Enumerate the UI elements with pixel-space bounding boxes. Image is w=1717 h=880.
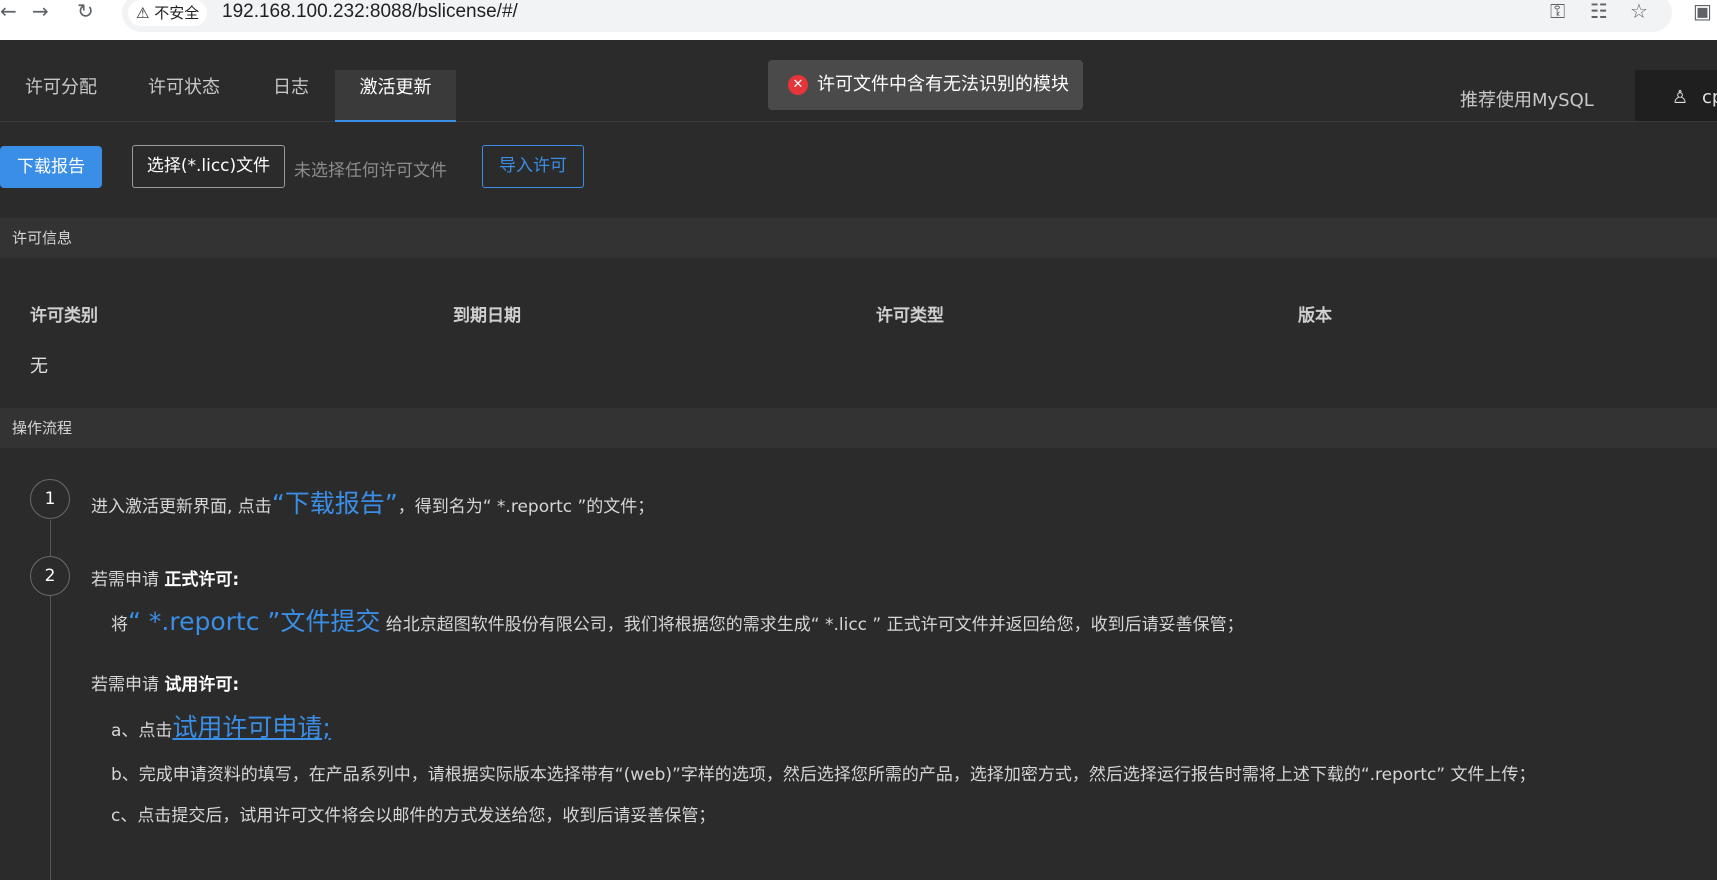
tab-activation-update[interactable]: 激活更新: [335, 70, 456, 122]
license-info-header: 许可信息: [0, 218, 1717, 258]
app-header: 许可分配 许可状态 日志 激活更新 ✕ 许可文件中含有无法识别的模块 推荐使用M…: [0, 40, 1717, 122]
formal-prefix: 若需申请: [91, 570, 159, 590]
warning-icon: ⚠: [136, 4, 150, 22]
error-icon: ✕: [788, 75, 808, 95]
step1-text: 进入激活更新界面, 点击“下载报告”，得到名为“ *.reportc ”的文件；: [91, 484, 654, 520]
formal-line-highlight: “ *.reportc ”文件提交: [128, 607, 381, 636]
formal-license-heading: 若需申请 正式许可:: [91, 565, 239, 590]
tab-log[interactable]: 日志: [262, 70, 320, 120]
formal-line-prefix: 将: [111, 615, 128, 635]
trial-a-prefix: a、点击: [111, 721, 173, 741]
reload-icon[interactable]: ↻: [77, 0, 94, 22]
column-header: 许可类型: [876, 306, 944, 326]
step-number: 2: [30, 556, 70, 596]
formal-bold: 正式许可:: [164, 570, 240, 590]
toast-message: 许可文件中含有无法识别的模块: [817, 74, 1069, 95]
translate-icon[interactable]: ☷: [1590, 0, 1608, 22]
browser-toolbar: ← → ↻ ⚠ 不安全 192.168.100.232:8088/bslicen…: [0, 0, 1717, 41]
security-chip[interactable]: ⚠ 不安全: [128, 0, 208, 26]
trial-apply-link[interactable]: 试用许可申请;: [172, 713, 330, 742]
column-header: 许可类别: [30, 306, 98, 326]
column-header: 到期日期: [453, 306, 521, 326]
back-arrow-icon[interactable]: ←: [0, 0, 17, 22]
step-number: 1: [30, 479, 70, 519]
column-header: 版本: [1298, 306, 1332, 326]
trial-prefix: 若需申请: [91, 675, 159, 695]
trial-bold: 试用许可:: [164, 675, 240, 695]
forward-arrow-icon[interactable]: →: [32, 0, 49, 22]
import-license-button[interactable]: 导入许可: [482, 145, 584, 188]
extensions-icon[interactable]: ▣: [1693, 0, 1712, 22]
bookmark-star-icon[interactable]: ☆: [1630, 0, 1648, 22]
workflow-header: 操作流程: [0, 408, 1717, 448]
tab-license-allocation[interactable]: 许可分配: [0, 70, 122, 120]
section-title: 许可信息: [12, 229, 73, 247]
user-menu[interactable]: ♙ cp: [1635, 70, 1717, 121]
trial-license-heading: 若需申请 试用许可:: [91, 670, 239, 695]
tab-license-status[interactable]: 许可状态: [134, 70, 234, 120]
step1-highlight: “下载报告”: [271, 489, 398, 518]
formal-license-instruction: 将“ *.reportc ”文件提交 给北京超图软件股份有限公司，我们将根据您的…: [111, 602, 1244, 638]
choose-file-button[interactable]: 选择(*.licc)文件: [132, 145, 285, 188]
error-toast: ✕ 许可文件中含有无法识别的模块: [768, 60, 1083, 110]
table-cell: 无: [30, 356, 48, 377]
recommend-mysql-text: 推荐使用MySQL: [1460, 90, 1594, 111]
step1-suffix: ，得到名为“ *.reportc ”的文件；: [397, 497, 655, 517]
section-title: 操作流程: [12, 419, 73, 437]
trial-step-b: b、完成申请资料的填写，在产品系列中，请根据实际版本选择带有“(web)”字样的…: [111, 765, 1536, 785]
security-label: 不安全: [154, 4, 200, 22]
trial-step-c: c、点击提交后，试用许可文件将会以邮件的方式发送给您，收到后请妥善保管；: [111, 806, 716, 826]
step1-prefix: 进入激活更新界面, 点击: [91, 497, 272, 517]
download-report-button[interactable]: 下载报告: [0, 146, 102, 188]
user-name: cp: [1702, 87, 1717, 108]
trial-step-a: a、点击试用许可申请;: [111, 708, 331, 744]
key-icon[interactable]: ⚿: [1550, 0, 1565, 22]
address-bar[interactable]: ⚠ 不安全 192.168.100.232:8088/bslicense/#/: [122, 0, 1672, 32]
url-text[interactable]: 192.168.100.232:8088/bslicense/#/: [222, 0, 518, 26]
user-icon: ♙: [1672, 87, 1689, 108]
formal-line-suffix: 给北京超图软件股份有限公司，我们将根据您的需求生成“ *.licc ” 正式许可…: [385, 615, 1244, 635]
no-file-text: 未选择任何许可文件: [294, 161, 447, 181]
